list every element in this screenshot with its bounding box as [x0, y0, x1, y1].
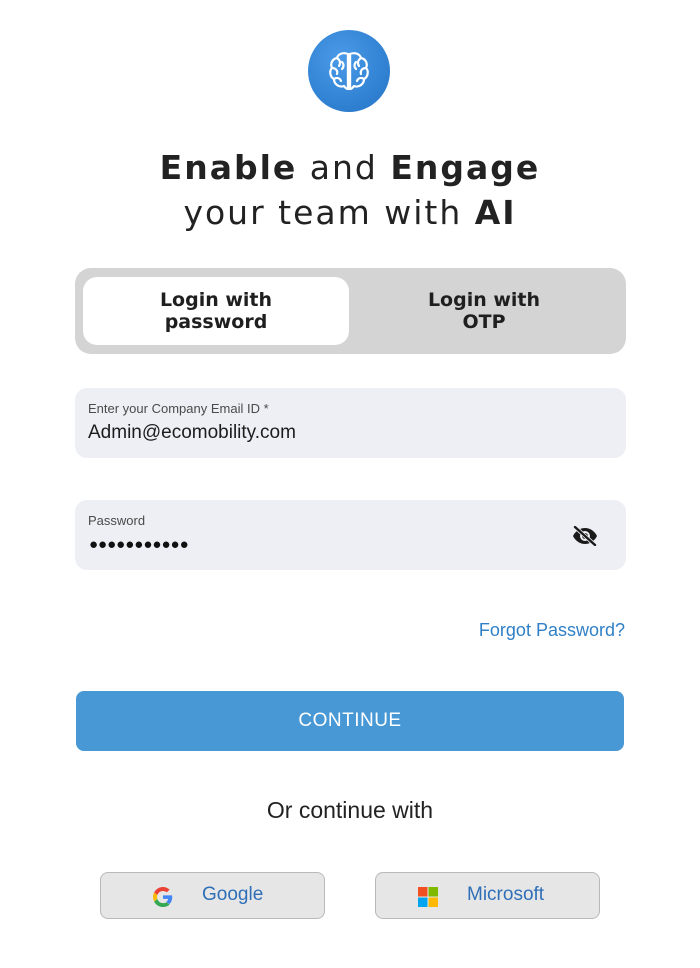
password-field-value[interactable]: ●●●●●●●●●●● [89, 536, 189, 553]
headline-engage: Engage [390, 148, 541, 187]
microsoft-signin-button[interactable]: Microsoft [375, 872, 600, 919]
google-button-label: Google [202, 884, 264, 905]
email-field[interactable]: Enter your Company Email ID * Admin@ecom… [75, 388, 626, 458]
password-field[interactable]: Password ●●●●●●●●●●● [75, 500, 626, 570]
headline-enable: Enable [159, 148, 298, 187]
email-field-value[interactable]: Admin@ecomobility.com [88, 422, 296, 444]
headline-and: and [297, 148, 391, 187]
forgot-password-link[interactable]: Forgot Password? [479, 620, 625, 641]
tab-password-line1: Login with [159, 289, 273, 311]
tab-otp-line1: Login with [427, 289, 541, 311]
headline-line-2: your team with AI [0, 190, 700, 236]
google-icon [153, 887, 173, 907]
tab-login-otp[interactable]: Login with OTP [351, 277, 617, 345]
email-field-label: Enter your Company Email ID * [88, 401, 269, 416]
microsoft-icon [418, 887, 438, 907]
eye-slash-icon[interactable] [572, 525, 598, 547]
headline-ai: AI [474, 193, 517, 232]
microsoft-button-label: Microsoft [467, 884, 545, 905]
or-continue-with-text: Or continue with [266, 797, 434, 823]
tab-otp-line2: OTP [462, 311, 506, 333]
headline-your-team: your team with [183, 193, 475, 232]
tab-password-line2: password [164, 311, 268, 333]
brain-logo-icon [308, 30, 390, 112]
login-page: Enable and Engage your team with AI Logi… [0, 0, 700, 968]
password-field-label: Password [88, 513, 146, 528]
continue-button[interactable]: CONTINUE [76, 691, 624, 751]
google-signin-button[interactable]: Google [100, 872, 325, 919]
login-method-tabs: Login with password Login with OTP [75, 268, 626, 354]
tab-login-password[interactable]: Login with password [83, 277, 349, 345]
headline-line-1: Enable and Engage [0, 145, 700, 191]
